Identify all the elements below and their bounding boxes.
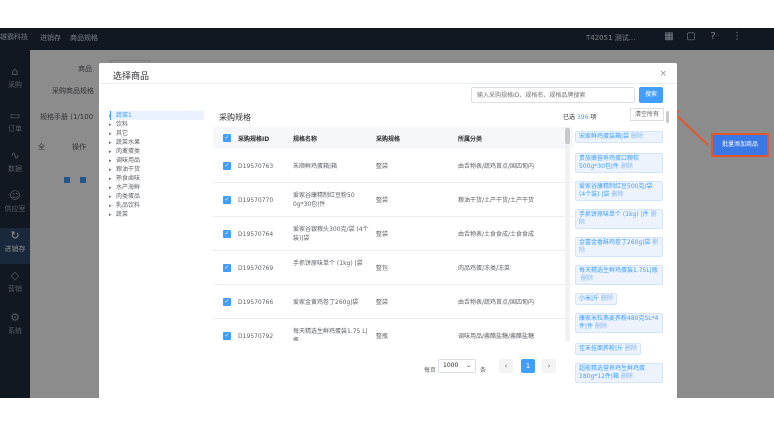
delete-link[interactable]: 删除 bbox=[601, 295, 613, 302]
select-product-dialog: 选择商品 × 搜索 ▸蔬菜1 ▸饮料 ▸其它 ▸蔬菜水果 ▸肉禽蛋类 ▸调味用品… bbox=[99, 63, 677, 398]
row-checkbox[interactable]: ✓ bbox=[223, 230, 231, 238]
cell-spec: 整袋 bbox=[376, 299, 389, 306]
table-scrollbar-thumb[interactable] bbox=[565, 128, 570, 144]
table-row[interactable]: ✓ D19570770 爱家谷康精制红豆粉50 0g*30包|件 整袋 粮油干货… bbox=[213, 183, 573, 217]
column-header: 采购规格ID bbox=[238, 136, 270, 143]
tree-item[interactable]: ▸ 熟食卤味 bbox=[109, 174, 204, 183]
per-page-unit: 条 bbox=[480, 367, 487, 374]
tree-item[interactable]: ▸ 饮料 bbox=[109, 120, 204, 129]
cell-category: 调味用品/酱醋盐糖/酱醋盐糖 bbox=[458, 333, 535, 340]
selected-tag: 贵族嫩营养鸡蛋口粮软500g*30包|件 删除 bbox=[575, 153, 663, 173]
search-input[interactable] bbox=[471, 87, 635, 103]
next-page-button[interactable]: › bbox=[542, 359, 556, 373]
table-row[interactable]: ✓ D19570792 每天精选生鲜鸡蛋装1.75 L|瓶 整瓶 调味用品/酱醋… bbox=[213, 319, 573, 341]
selected-tag: 每天精选生鲜鸡蛋装1.75L|瓶删除 bbox=[575, 265, 663, 285]
tree-item[interactable]: ▸ 蔬菜 bbox=[109, 210, 204, 219]
cell-category: 肉品鸡蛋/冻类/冻菜 bbox=[458, 265, 511, 272]
selected-tag: 超能精选营养鸡生鲜鸡蛋180g*12件|箱 删除 bbox=[575, 363, 663, 383]
tree-item[interactable]: ▸ 粮油干货 bbox=[109, 165, 204, 174]
divider bbox=[99, 83, 677, 84]
row-checkbox[interactable]: ✓ bbox=[223, 264, 231, 272]
tree-item[interactable]: ▸ 水产海鲜 bbox=[109, 183, 204, 192]
cell-id: D19570769 bbox=[238, 265, 274, 272]
selected-tag: 康家米粒燕麦荞粉480克SL*4件|件 删除 bbox=[575, 313, 663, 333]
selected-tag: 手抓饼原味单个 (1kg) |件 删除 bbox=[575, 209, 663, 229]
per-page-label: 每页 bbox=[424, 367, 437, 374]
row-checkbox[interactable]: ✓ bbox=[223, 162, 231, 170]
delete-link[interactable]: 删除 bbox=[621, 163, 633, 170]
cell-category: 由舌物表/蔬鸡首点/国四甸内 bbox=[458, 163, 535, 170]
tree-item[interactable]: ▸ 蔬菜水果 bbox=[109, 138, 204, 147]
tree-item[interactable]: ▸ 乳品饮料 bbox=[109, 201, 204, 210]
cell-spec: 整袋 bbox=[376, 231, 389, 238]
delete-link[interactable]: 删除 bbox=[631, 133, 643, 140]
table-row[interactable]: ✓ D19570769 手抓饼原味单个 (1kg) |袋 整包 肉品鸡蛋/冻类/… bbox=[213, 251, 573, 285]
cell-id: D19570766 bbox=[238, 299, 274, 306]
delete-link[interactable]: 删除 bbox=[621, 373, 633, 380]
chevron-down-icon: ⌄ bbox=[465, 362, 471, 369]
column-header: 规格名称 bbox=[293, 136, 318, 143]
cell-name: 手抓饼原味单个 (1kg) |袋 bbox=[293, 260, 363, 267]
cell-id: D19570792 bbox=[238, 333, 274, 340]
column-header: 所属分类 bbox=[458, 136, 483, 143]
cell-id: D19570770 bbox=[238, 197, 274, 204]
selected-tag: 爱家谷康精制红豆500克/袋 (4个装) |袋 删除 bbox=[575, 181, 663, 201]
cell-category: 粮油干货/土产干货/土产干货 bbox=[458, 197, 535, 204]
active-indicator bbox=[110, 111, 111, 120]
row-checkbox[interactable]: ✓ bbox=[223, 196, 231, 204]
cell-id: D19570763 bbox=[238, 163, 274, 170]
spec-table: ✓ 采购规格ID 规格名称 采购规格 所属分类 ✓ D19570763 朱顺鲜鸡… bbox=[213, 127, 573, 341]
selected-count: 已选 396 项 bbox=[563, 114, 597, 121]
category-tree: ▸蔬菜1 ▸饮料 ▸其它 ▸蔬菜水果 ▸肉禽蛋类 ▸调味用品 ▸粮油干货 ▸熟食… bbox=[109, 111, 204, 219]
page-number-button[interactable]: 1 bbox=[521, 359, 535, 373]
cell-spec: 整包 bbox=[376, 265, 389, 272]
cell-name: 爱家谷银粮头300克/袋 (4个装)|袋 bbox=[293, 226, 369, 242]
table-row[interactable]: ✓ D19570764 爱家谷银粮头300克/袋 (4个装)|袋 整袋 由舌物表… bbox=[213, 217, 573, 251]
selected-tag: 佳禾挂面荞粉|斤 删除 bbox=[575, 343, 642, 355]
table-header: ✓ 采购规格ID 规格名称 采购规格 所属分类 bbox=[213, 127, 573, 149]
delete-link[interactable]: 删除 bbox=[581, 275, 593, 282]
delete-link[interactable]: 删除 bbox=[595, 323, 607, 330]
cell-id: D19570764 bbox=[238, 231, 274, 238]
clear-all-button[interactable]: 清空所有 bbox=[630, 108, 664, 121]
tree-item[interactable]: ▸ 其它 bbox=[109, 129, 204, 138]
page-size-value: 1000 bbox=[443, 362, 459, 369]
table-row[interactable]: ✓ D19570763 朱顺鲜鸡蛋箱|箱 整袋 由舌物表/蔬鸡首点/国四甸内 bbox=[213, 149, 573, 183]
prev-page-button[interactable]: ‹ bbox=[499, 359, 513, 373]
cell-name: 朱顺鲜鸡蛋箱|箱 bbox=[293, 163, 338, 170]
select-all-checkbox[interactable]: ✓ bbox=[223, 134, 231, 142]
tree-item[interactable]: ▸ 调味用品 bbox=[109, 156, 204, 165]
section-title: 采购规格 bbox=[219, 113, 251, 122]
cell-name: 爱家金黄鸡卷丁260g|袋 bbox=[293, 299, 359, 306]
selected-tag: 小米|斤 删除 bbox=[575, 293, 618, 305]
delete-link[interactable]: 删除 bbox=[625, 345, 637, 352]
cell-spec: 整袋 bbox=[376, 163, 389, 170]
page-size-select[interactable]: 1000 ⌄ bbox=[438, 359, 476, 373]
close-icon[interactable]: × bbox=[659, 69, 667, 79]
tree-item[interactable]: ▸蔬菜1 bbox=[109, 111, 204, 120]
cell-name: 爱家谷康精制红豆粉50 0g*30包|件 bbox=[293, 192, 355, 208]
app-screen: 雄霸科技 ⌂ 采购 ▭ 订单 ∿ 数据 ☺ 供应室 ↻ 进销存 ◇ 营销 ⚙ 系… bbox=[0, 28, 774, 398]
search-button[interactable]: 搜索 bbox=[639, 87, 663, 103]
tree-item[interactable]: ▸ 肉类蛋品 bbox=[109, 192, 204, 201]
cell-category: 由舌物表/土食食成/土食食成 bbox=[458, 231, 535, 238]
row-checkbox[interactable]: ✓ bbox=[223, 332, 231, 340]
row-checkbox[interactable]: ✓ bbox=[223, 298, 231, 306]
caret-right-icon: ▸ bbox=[109, 212, 112, 218]
table-scrollbar[interactable] bbox=[565, 127, 570, 341]
selected-tag: 金富金香酥鸡卷丁260g|袋 删除 bbox=[575, 237, 663, 257]
cell-name: 每天精选生鲜鸡蛋装1.75 L|瓶 bbox=[293, 328, 368, 341]
table-row[interactable]: ✓ D19570766 爱家金黄鸡卷丁260g|袋 整袋 由舌物表/蔬鸡首点/国… bbox=[213, 285, 573, 319]
cell-category: 由舌物表/蔬鸡首点/国四甸内 bbox=[458, 299, 535, 306]
delete-link[interactable]: 删除 bbox=[611, 191, 623, 198]
selected-scrollbar[interactable] bbox=[666, 111, 669, 123]
dialog-title: 选择商品 bbox=[113, 72, 150, 82]
column-header: 采购规格 bbox=[376, 136, 401, 143]
selected-tag: 宋家鲜鸡蛋装箱|袋 删除 bbox=[575, 131, 663, 143]
cell-spec: 整袋 bbox=[376, 197, 389, 204]
cell-spec: 整瓶 bbox=[376, 333, 389, 340]
tree-item[interactable]: ▸ 肉禽蛋类 bbox=[109, 147, 204, 156]
